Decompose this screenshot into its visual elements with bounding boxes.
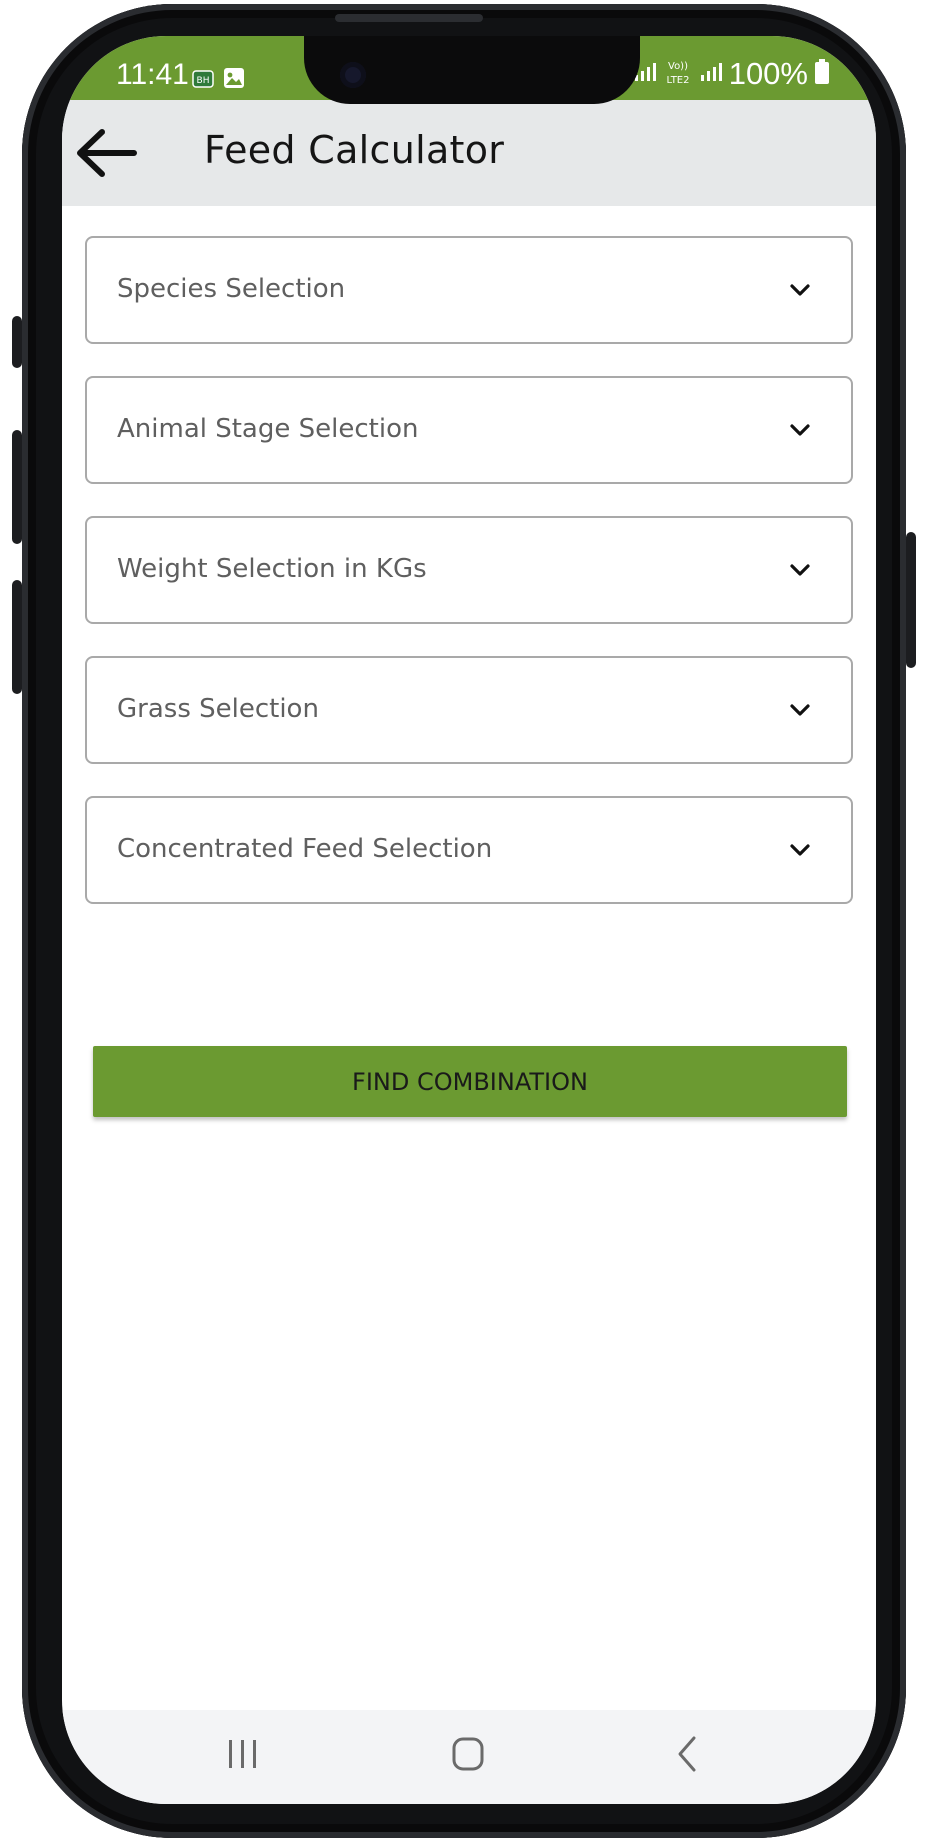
find-combination-button[interactable]: FIND COMBINATION	[93, 1046, 847, 1117]
home-icon	[452, 1737, 484, 1771]
concentrated-feed-dropdown[interactable]: Concentrated Feed Selection	[85, 796, 853, 904]
weight-dropdown[interactable]: Weight Selection in KGs	[85, 516, 853, 624]
phone-screen: 11:41 BH Vo)) LTE2 100% Feed Calculator …	[62, 36, 876, 1804]
chevron-down-icon	[790, 424, 810, 436]
back-icon	[678, 1736, 696, 1772]
camera-notch	[304, 36, 640, 104]
battery-full-icon	[814, 59, 830, 89]
dropdown-label: Grass Selection	[117, 694, 319, 724]
gallery-icon	[222, 66, 246, 94]
chevron-down-icon	[790, 564, 810, 576]
chevron-down-icon	[790, 704, 810, 716]
volume-up-button	[12, 430, 22, 544]
power-button	[906, 532, 916, 668]
volume-down-button	[12, 580, 22, 694]
svg-text:Vo)): Vo))	[668, 61, 688, 72]
svg-text:LTE2: LTE2	[666, 75, 689, 86]
recent-apps-icon	[229, 1740, 256, 1768]
dropdown-label: Weight Selection in KGs	[117, 554, 427, 584]
battery-percent: 100%	[728, 56, 808, 91]
carrier-badge-icon: BH	[192, 69, 214, 93]
dropdown-label: Species Selection	[117, 274, 346, 304]
status-right-icons: Vo)) LTE2 100%	[633, 56, 830, 92]
nav-back-button[interactable]	[658, 1730, 718, 1778]
system-nav-bar	[62, 1710, 876, 1804]
volte-lte2-icon: Vo)) LTE2	[663, 57, 693, 91]
volume-button	[12, 316, 22, 368]
signal-icon	[699, 61, 723, 87]
animal-stage-dropdown[interactable]: Animal Stage Selection	[85, 376, 853, 484]
app-bar: Feed Calculator	[62, 100, 876, 206]
species-dropdown[interactable]: Species Selection	[85, 236, 853, 344]
front-camera	[340, 62, 366, 88]
chevron-down-icon	[790, 284, 810, 296]
back-button[interactable]	[72, 124, 138, 182]
status-time: 11:41	[116, 58, 189, 91]
dropdown-label: Concentrated Feed Selection	[117, 834, 493, 864]
earpiece-speaker	[335, 14, 483, 22]
chevron-down-icon	[790, 844, 810, 856]
svg-text:BH: BH	[197, 76, 210, 86]
dropdown-label: Animal Stage Selection	[117, 414, 419, 444]
arrow-left-icon	[77, 129, 137, 177]
page-title: Feed Calculator	[204, 128, 505, 172]
home-button[interactable]	[438, 1730, 498, 1778]
recent-apps-button[interactable]	[212, 1730, 272, 1778]
grass-dropdown[interactable]: Grass Selection	[85, 656, 853, 764]
